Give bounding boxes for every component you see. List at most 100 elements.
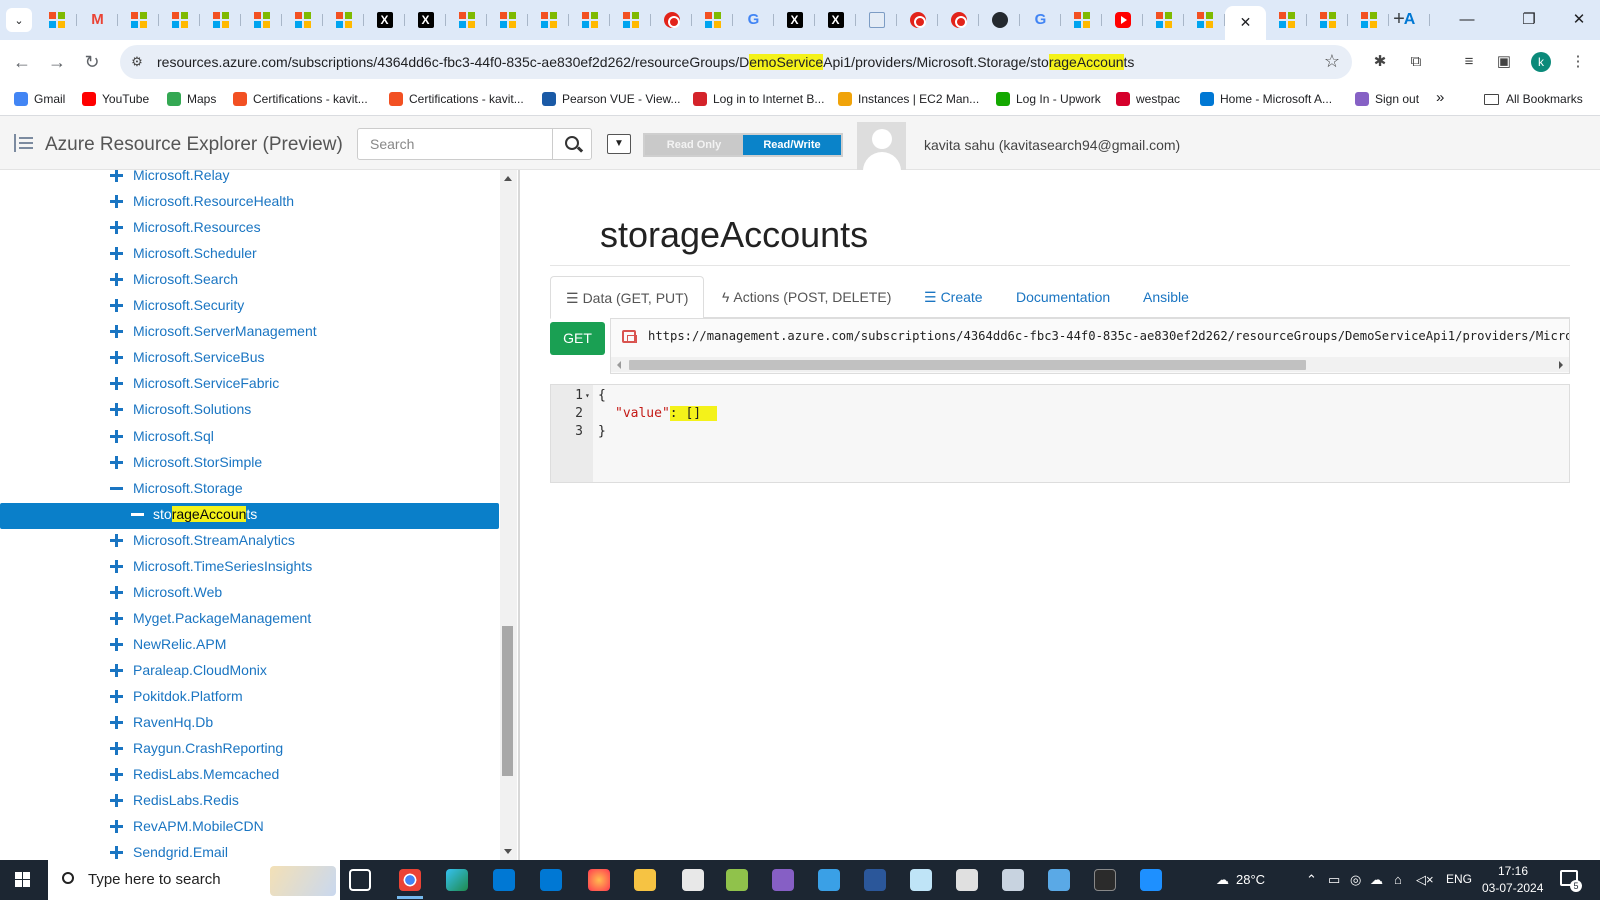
expand-plus-icon[interactable] <box>110 170 124 182</box>
browser-tab[interactable] <box>938 6 979 34</box>
taskbar-search[interactable]: Type here to search <box>48 860 340 900</box>
tab-create[interactable]: ☰ Create <box>909 276 998 318</box>
bookmark-item[interactable]: westpac <box>1116 92 1180 106</box>
expand-plus-icon[interactable] <box>110 194 124 208</box>
weather-icon[interactable]: ☁ <box>1216 872 1229 888</box>
site-info-icon[interactable]: ⚙ <box>128 53 146 71</box>
scroll-up-arrow-icon[interactable] <box>504 176 512 181</box>
expand-plus-icon[interactable] <box>110 350 124 364</box>
all-bookmarks-button[interactable]: All Bookmarks <box>1484 92 1583 106</box>
extensions-puzzle-icon[interactable]: ⧉ <box>1406 52 1426 72</box>
bookmark-star-icon[interactable]: ☆ <box>1324 51 1340 72</box>
battery-icon[interactable]: ▭ <box>1328 872 1340 888</box>
user-name[interactable]: kavita sahu (kavitasearch94@gmail.com) <box>924 137 1180 153</box>
tree-scroll-thumb[interactable] <box>502 626 513 776</box>
expand-plus-icon[interactable] <box>110 663 124 677</box>
bookmark-item[interactable]: Certifications - kavit... <box>233 92 368 106</box>
expand-plus-icon[interactable] <box>110 298 124 312</box>
browser-tab[interactable] <box>569 6 610 34</box>
browser-tab[interactable] <box>979 6 1020 34</box>
minimize-button[interactable]: — <box>1452 8 1482 32</box>
tab-actions[interactable]: ϟ Actions (POST, DELETE) <box>707 276 906 318</box>
browser-tab[interactable] <box>1102 6 1143 34</box>
tree-item[interactable]: Microsoft.Web <box>0 581 500 607</box>
tree-item[interactable]: Microsoft.TimeSeriesInsights <box>0 555 500 581</box>
restore-button[interactable]: ❐ <box>1514 8 1544 32</box>
tree-item[interactable]: Microsoft.ResourceHealth <box>0 190 500 216</box>
tree-item[interactable]: Microsoft.StorSimple <box>0 451 500 477</box>
address-url[interactable]: resources.azure.com/subscriptions/4364dd… <box>157 54 1134 70</box>
browser-tab[interactable] <box>1348 6 1389 34</box>
clock-time[interactable]: 17:16 <box>1498 864 1528 878</box>
browser-tab[interactable] <box>36 6 77 34</box>
bookmark-item[interactable]: Home - Microsoft A... <box>1200 92 1332 106</box>
request-url[interactable]: https://management.azure.com/subscriptio… <box>648 329 1569 343</box>
browser-tab[interactable] <box>1020 6 1061 34</box>
dropdown-toggle-button[interactable]: ▼ <box>607 134 631 154</box>
expand-plus-icon[interactable] <box>110 402 124 416</box>
tree-item[interactable]: Microsoft.ServiceFabric <box>0 372 500 398</box>
browser-tab[interactable] <box>528 6 569 34</box>
scroll-right-arrow-icon[interactable] <box>1559 361 1563 369</box>
read-write-button[interactable]: Read/Write <box>743 135 841 155</box>
bookmarks-overflow-button[interactable]: » <box>1436 89 1444 106</box>
taskbar-app[interactable] <box>481 860 527 900</box>
bookmark-item[interactable]: Gmail <box>14 92 65 106</box>
bookmark-item[interactable]: Instances | EC2 Man... <box>838 92 979 106</box>
tree-item[interactable]: Raygun.CrashReporting <box>0 737 500 763</box>
taskbar-app[interactable] <box>576 860 622 900</box>
taskbar-app[interactable] <box>760 860 806 900</box>
collapse-minus-icon[interactable] <box>110 481 124 495</box>
back-button[interactable]: ← <box>10 50 34 74</box>
tree-item-selected[interactable]: storageAccounts <box>0 503 499 529</box>
tree-item[interactable]: RedisLabs.Memcached <box>0 763 500 789</box>
browser-tab[interactable] <box>692 6 733 34</box>
taskbar-app[interactable] <box>714 860 760 900</box>
code-line[interactable]: 2 "value": [] <box>551 405 1569 423</box>
browser-tab[interactable] <box>1061 6 1102 34</box>
onedrive-icon[interactable]: ☁ <box>1370 872 1383 888</box>
tree-item[interactable]: Microsoft.Security <box>0 294 500 320</box>
expand-plus-icon[interactable] <box>110 585 124 599</box>
language-indicator[interactable]: ENG <box>1446 872 1472 886</box>
url-scroll-thumb[interactable] <box>629 360 1306 370</box>
scroll-down-arrow-icon[interactable] <box>504 849 512 854</box>
browser-tab[interactable] <box>774 6 815 34</box>
tree-item[interactable]: Sendgrid.Email <box>0 841 500 860</box>
browser-tab[interactable] <box>1307 6 1348 34</box>
browser-tab[interactable] <box>651 6 692 34</box>
expand-plus-icon[interactable] <box>110 819 124 833</box>
browser-tab[interactable] <box>446 6 487 34</box>
browser-tab[interactable] <box>733 6 774 34</box>
fold-toggle-icon[interactable]: ▾ <box>585 387 590 405</box>
expand-plus-icon[interactable] <box>110 611 124 625</box>
collapse-minus-icon[interactable] <box>131 507 145 521</box>
browser-tab[interactable] <box>159 6 200 34</box>
expand-plus-icon[interactable] <box>110 741 124 755</box>
expand-plus-icon[interactable] <box>110 533 124 547</box>
tree-item[interactable]: Microsoft.Solutions <box>0 398 500 424</box>
notifications-count[interactable]: 5 <box>1570 880 1582 892</box>
expand-plus-icon[interactable] <box>110 559 124 573</box>
media-controls-icon[interactable]: ≡ <box>1459 52 1479 72</box>
bookmark-item[interactable]: YouTube <box>82 92 149 106</box>
taskbar-app[interactable] <box>944 860 990 900</box>
browser-tab[interactable] <box>323 6 364 34</box>
tree-item[interactable]: Microsoft.Storage <box>0 477 500 503</box>
resource-search-input[interactable] <box>357 128 553 160</box>
tree-item[interactable]: Microsoft.StreamAnalytics <box>0 529 500 555</box>
scroll-left-arrow-icon[interactable] <box>617 361 621 369</box>
new-tab-button[interactable]: + <box>1387 8 1411 32</box>
browser-tab[interactable] <box>282 6 323 34</box>
taskbar-app[interactable] <box>852 860 898 900</box>
expand-plus-icon[interactable] <box>110 376 124 390</box>
reload-button[interactable]: ↻ <box>80 50 104 74</box>
taskbar-app[interactable] <box>670 860 716 900</box>
expand-plus-icon[interactable] <box>110 272 124 286</box>
bookmark-item[interactable]: Log in to Internet B... <box>693 92 824 106</box>
taskbar-app[interactable] <box>337 860 383 900</box>
taskbar-app[interactable] <box>990 860 1036 900</box>
browser-tab[interactable] <box>1143 6 1184 34</box>
tray-overflow-icon[interactable]: ⌃ <box>1306 872 1317 888</box>
tab-documentation[interactable]: Documentation <box>1001 276 1125 318</box>
